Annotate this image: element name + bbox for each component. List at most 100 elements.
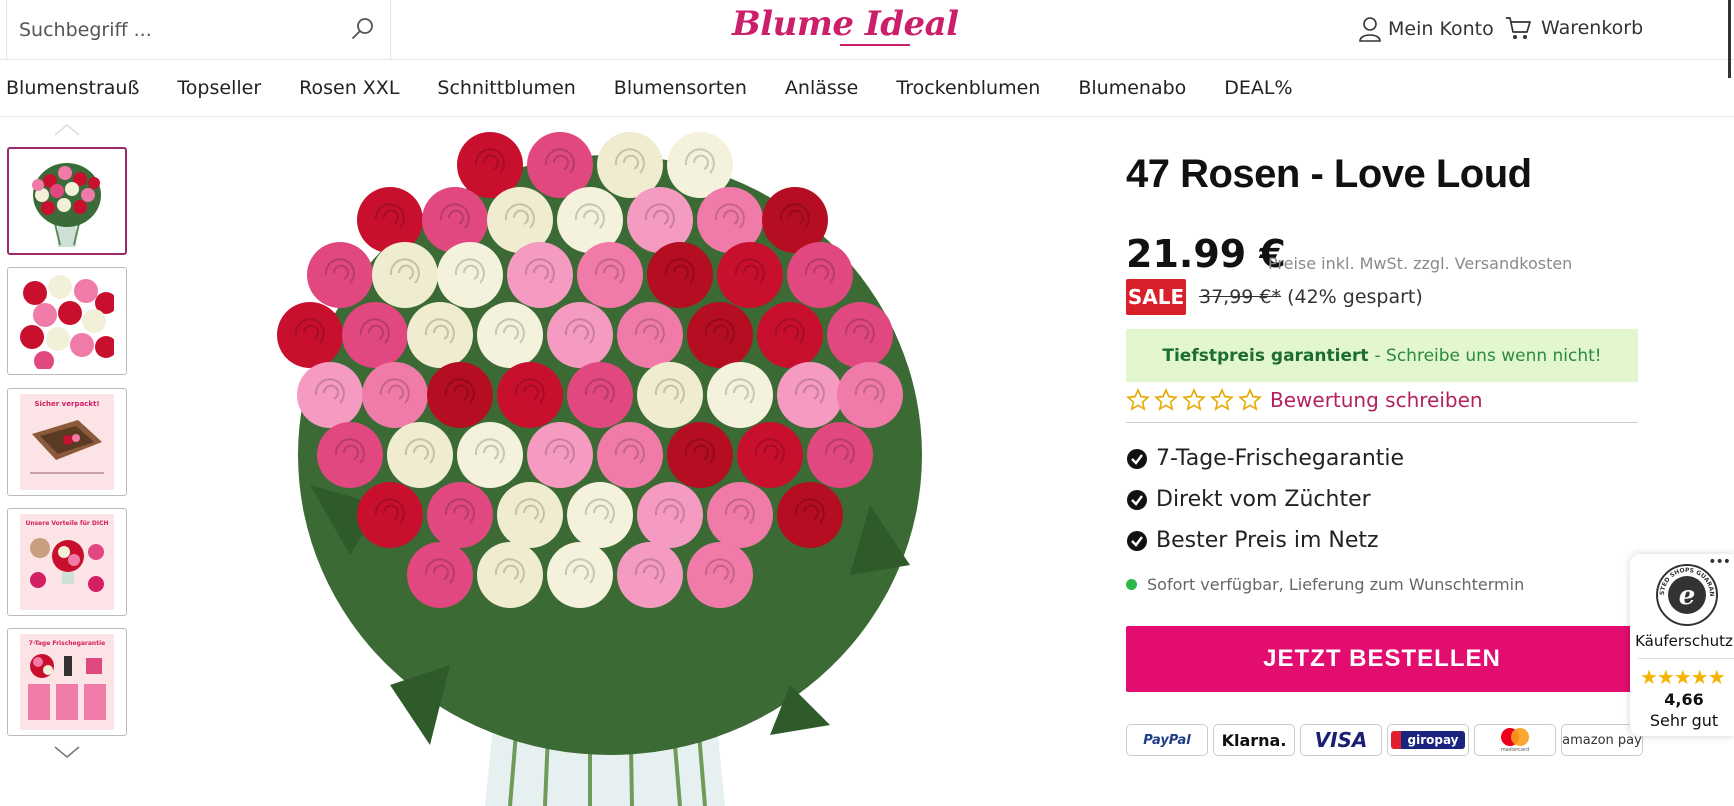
nav-item-trockenblumen[interactable]: Trockenblumen xyxy=(896,77,1040,99)
mastercard-logo: mastercard xyxy=(1474,724,1556,756)
svg-text:e: e xyxy=(1679,581,1696,611)
star-outline-icon[interactable] xyxy=(1126,388,1150,412)
chevron-up-icon xyxy=(54,124,80,136)
packaging-info-thumbnail: Sicher verpackt! xyxy=(20,394,114,490)
trusted-shops-score: 4,66 xyxy=(1664,690,1704,709)
usp-label: Bester Preis im Netz xyxy=(1156,528,1379,553)
star-outline-icon[interactable] xyxy=(1154,388,1178,412)
thumbnail-3[interactable]: Sicher verpackt! xyxy=(7,388,127,496)
rose-head xyxy=(837,362,903,428)
rose-head xyxy=(687,542,753,608)
star-outline-icon[interactable] xyxy=(1182,388,1206,412)
nav-item-deal[interactable]: DEAL% xyxy=(1224,77,1292,99)
rose-head xyxy=(787,242,853,308)
rose-head xyxy=(527,422,593,488)
rose-head xyxy=(707,482,773,548)
rose-head xyxy=(777,362,843,428)
main-navigation: Blumenstrauß Topseller Rosen XXL Schnitt… xyxy=(0,60,1734,117)
usp-label: 7-Tage-Frischegarantie xyxy=(1156,446,1405,471)
rose-head xyxy=(637,482,703,548)
search-button[interactable] xyxy=(348,14,378,44)
rose-head xyxy=(737,422,803,488)
sale-badge: SALE xyxy=(1126,279,1186,315)
rating-row: Bewertung schreiben xyxy=(1126,388,1483,412)
visa-logo: VISA xyxy=(1300,724,1382,756)
rose-bouquet-image xyxy=(277,132,922,806)
rose-head xyxy=(427,362,493,428)
chevron-down-icon xyxy=(54,746,80,758)
giropay-logo: giropay xyxy=(1387,724,1469,756)
lowest-price-text: - Schreibe uns wenn nicht! xyxy=(1374,345,1602,366)
write-review-link[interactable]: Bewertung schreiben xyxy=(1270,388,1483,412)
rose-head xyxy=(307,242,373,308)
star-outline-icon[interactable] xyxy=(1238,388,1262,412)
mastercard-circles-icon xyxy=(1501,728,1529,746)
rose-head xyxy=(547,302,613,368)
rose-head xyxy=(277,302,343,368)
usp-item: 7-Tage-Frischegarantie xyxy=(1126,446,1404,471)
rose-head xyxy=(457,422,523,488)
rose-head xyxy=(567,482,633,548)
rose-head xyxy=(387,422,453,488)
nav-item-anlaesse[interactable]: Anlässe xyxy=(785,77,858,99)
nav-item-blumensorten[interactable]: Blumensorten xyxy=(614,77,747,99)
savings-text: (42% gespart) xyxy=(1287,286,1423,308)
star-outline-icon[interactable] xyxy=(1210,388,1234,412)
thumbnail-1[interactable] xyxy=(7,147,127,255)
order-now-button[interactable]: JETZT BESTELLEN xyxy=(1126,626,1638,692)
cart-label: Warenkorb xyxy=(1541,17,1644,39)
thumbnail-2[interactable] xyxy=(7,267,127,375)
search-input[interactable] xyxy=(19,16,339,44)
rose-bouquet-thumbnail xyxy=(32,163,101,247)
nav-item-topseller[interactable]: Topseller xyxy=(177,77,261,99)
site-logo[interactable]: Blume Ideal xyxy=(732,4,959,54)
trusted-shops-seal-icon: e TRUSTED SHOPS GUARANTEE xyxy=(1656,564,1718,626)
rose-head xyxy=(807,422,873,488)
nav-item-blumenabo[interactable]: Blumenabo xyxy=(1078,77,1186,99)
trusted-shops-stars: ★★★★★ xyxy=(1640,665,1726,689)
rose-head xyxy=(667,422,733,488)
header: Blume Ideal Mein Konto Warenkorb xyxy=(0,0,1734,78)
lowest-price-banner: Tiefstpreis garantiert - Schreibe uns we… xyxy=(1126,329,1638,382)
user-icon xyxy=(1359,17,1381,42)
account-link[interactable]: Mein Konto xyxy=(1358,16,1494,42)
search-icon xyxy=(352,18,373,39)
rose-head xyxy=(687,302,753,368)
paypal-logo: PayPal xyxy=(1126,724,1208,756)
thumbnail-scroll-up[interactable] xyxy=(52,120,82,140)
product-price: 21.99 € xyxy=(1126,232,1286,276)
thumbnail-5[interactable]: 7-Tage Frischegarantie xyxy=(7,628,127,736)
nav-item-blumenstrauss[interactable]: Blumenstrauß xyxy=(6,77,139,99)
rose-head xyxy=(357,482,423,548)
rose-head xyxy=(317,422,383,488)
rose-head xyxy=(407,542,473,608)
rose-closeup-thumbnail xyxy=(20,273,114,369)
nav-item-rosen-xxl[interactable]: Rosen XXL xyxy=(299,77,399,99)
rose-head xyxy=(757,302,823,368)
rose-head xyxy=(372,242,438,308)
nav-item-schnittblumen[interactable]: Schnittblumen xyxy=(437,77,575,99)
rose-head xyxy=(342,302,408,368)
rose-head xyxy=(477,302,543,368)
cart-link[interactable]: Warenkorb xyxy=(1505,16,1643,40)
logo-text: Blume Ideal xyxy=(732,4,959,44)
availability-text: Sofort verfügbar, Lieferung zum Wunschte… xyxy=(1147,575,1525,594)
availability-dot-icon xyxy=(1126,579,1137,590)
trusted-shops-label: Käuferschutz xyxy=(1635,632,1733,650)
search-box xyxy=(6,0,391,60)
rose-head xyxy=(647,242,713,308)
trusted-shops-badge[interactable]: ••• e TRUSTED SHOPS GUARANTEE Käuferschu… xyxy=(1630,554,1734,736)
thumbnail-scroll-down[interactable] xyxy=(52,742,82,762)
thumbnail-4-caption: Unsere Vorteile für DICH xyxy=(25,520,109,527)
old-price: 37,99 €* xyxy=(1199,286,1282,308)
rose-head xyxy=(497,362,563,428)
rose-head xyxy=(637,362,703,428)
main-product-image[interactable] xyxy=(270,125,970,806)
usp-item: Direkt vom Züchter xyxy=(1126,487,1371,512)
usp-item: Bester Preis im Netz xyxy=(1126,528,1379,553)
thumbnail-4[interactable]: Unsere Vorteile für DICH xyxy=(7,508,127,616)
rose-head xyxy=(297,362,363,428)
account-label: Mein Konto xyxy=(1388,18,1494,40)
price-note: Preise inkl. MwSt. zzgl. Versandkosten xyxy=(1268,254,1573,273)
rose-head xyxy=(407,302,473,368)
